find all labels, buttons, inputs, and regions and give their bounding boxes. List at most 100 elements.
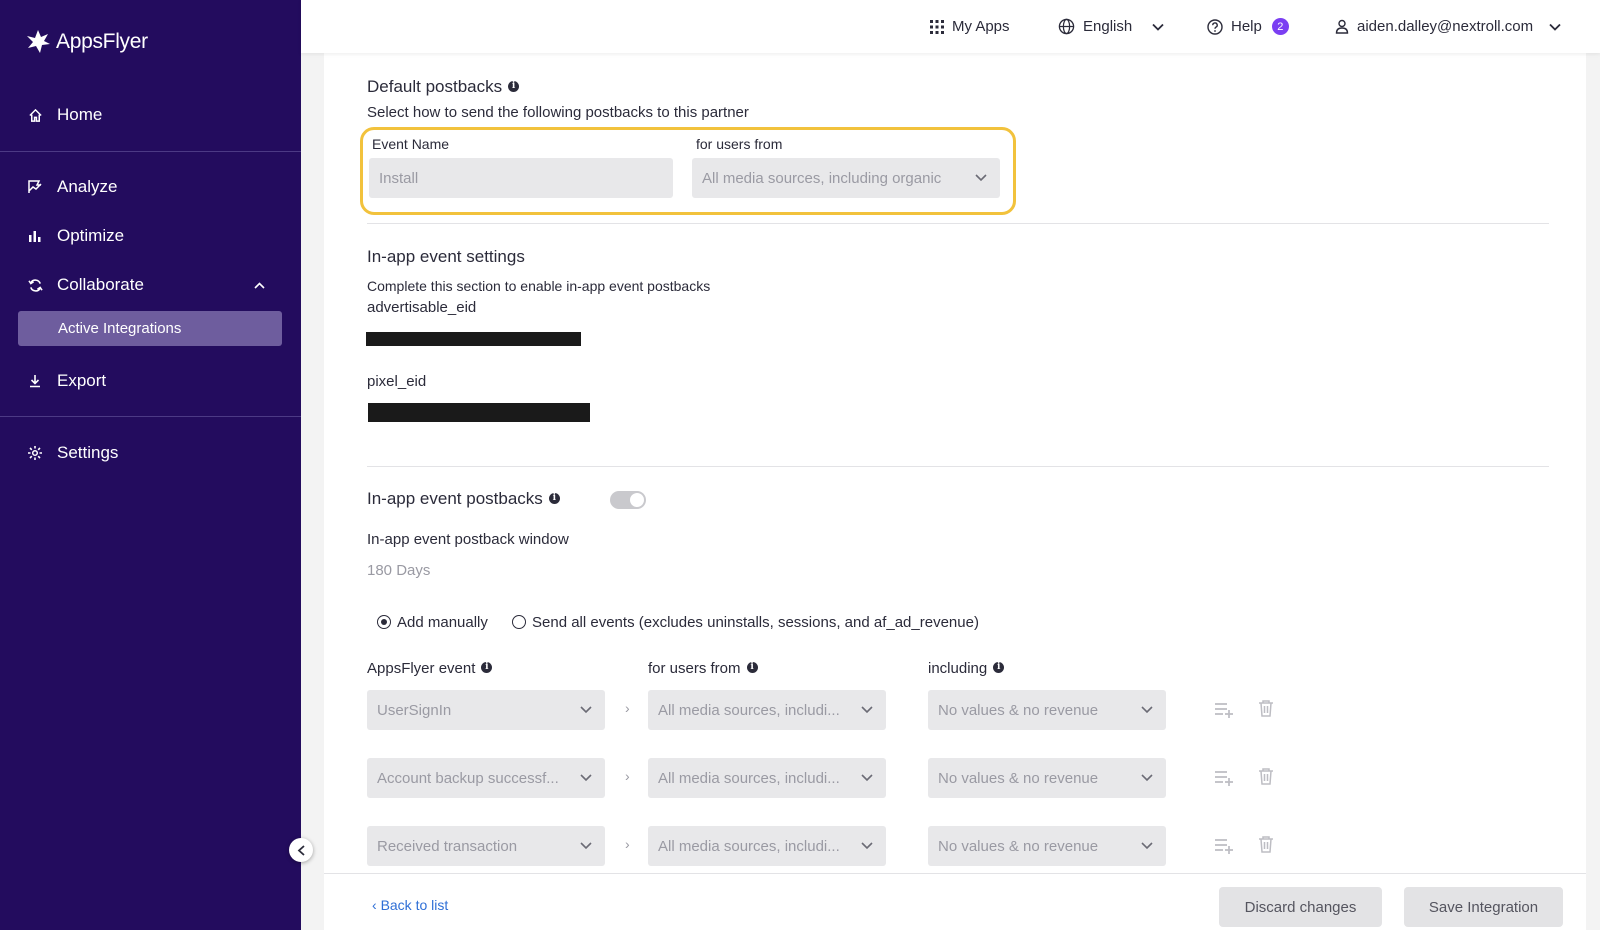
sidebar-item-export[interactable]: Export (0, 361, 301, 401)
add-row-icon[interactable] (1214, 701, 1234, 719)
chevron-down-icon (861, 706, 873, 714)
section-title-text: In-app event postbacks (367, 489, 543, 508)
column-label: AppsFlyer event (367, 660, 476, 677)
trash-icon[interactable] (1256, 835, 1276, 853)
users-from-value: All media sources, including organic (702, 169, 942, 187)
select-value: Received transaction (377, 837, 518, 855)
sync-icon (26, 276, 44, 294)
chevron-down-icon (1141, 774, 1153, 782)
event-name-field[interactable]: Install (369, 158, 673, 198)
discard-changes-button[interactable]: Discard changes (1219, 887, 1382, 927)
appsflyer-logo[interactable]: AppsFlyer (24, 28, 148, 56)
sidebar-item-label: Export (57, 371, 107, 390)
logo-text: AppsFlyer (56, 30, 148, 53)
chevron-down-icon (1141, 842, 1153, 850)
radio-send-all-events[interactable]: Send all events (excludes uninstalls, se… (512, 614, 979, 631)
redacted-pixel-eid (368, 403, 590, 422)
event-name-value: Install (379, 169, 419, 187)
col-header-users: for users from i (648, 660, 758, 677)
radio-label: Add manually (397, 614, 488, 631)
chevron-down-icon (580, 706, 592, 714)
home-icon (26, 106, 44, 124)
sidebar-item-optimize[interactable]: Optimize (0, 216, 301, 256)
chevron-right-icon: › (625, 700, 630, 716)
chevron-down-icon (580, 774, 592, 782)
postback-window-label: In-app event postback window (367, 531, 569, 548)
globe-icon (1058, 18, 1075, 35)
users-from-select[interactable]: All media sources, including organic (692, 158, 1000, 198)
chevron-down-icon (861, 774, 873, 782)
top-bar: My Apps English Help 2 aiden.dalley@next… (301, 0, 1600, 53)
including-select[interactable]: No values & no revenue (928, 758, 1166, 798)
my-apps-label: My Apps (952, 18, 1010, 35)
event-select[interactable]: UserSignIn (367, 690, 605, 730)
sidebar-item-analyze[interactable]: Analyze (0, 167, 301, 207)
sidebar-item-settings[interactable]: Settings (0, 433, 301, 473)
radio-selected-icon (377, 615, 391, 629)
event-select[interactable]: Account backup successf... (367, 758, 605, 798)
info-icon[interactable]: i (481, 661, 493, 673)
add-row-icon[interactable] (1214, 837, 1234, 855)
postback-window-value: 180 Days (367, 562, 431, 579)
default-postbacks-title: Default postbacks i (367, 77, 520, 97)
language-selector[interactable]: English (1058, 0, 1164, 53)
select-value: All media sources, includi... (658, 769, 840, 787)
footer-bar: ‹ Back to list Discard changes Save Inte… (324, 873, 1586, 930)
users-from-label: for users from (696, 136, 783, 152)
sidebar-item-label: Analyze (57, 177, 118, 196)
scrollbar[interactable] (1586, 53, 1600, 930)
sidebar-item-label: Optimize (57, 226, 125, 245)
pixel-eid-label: pixel_eid (367, 373, 427, 390)
help-button[interactable]: Help 2 (1207, 0, 1289, 53)
sidebar: AppsFlyer Home Analyze Optimize Collabor… (0, 0, 301, 930)
inapp-settings-description: Complete this section to enable in-app e… (367, 278, 711, 294)
redacted-advertisable-eid (366, 332, 581, 346)
chevron-down-icon (1152, 23, 1164, 31)
including-select[interactable]: No values & no revenue (928, 690, 1166, 730)
info-icon[interactable]: i (548, 492, 560, 504)
radio-add-manually[interactable]: Add manually (377, 614, 488, 631)
back-to-list-link[interactable]: ‹ Back to list (372, 897, 448, 913)
sidebar-item-collaborate[interactable]: Collaborate (0, 265, 301, 305)
default-postbacks-description: Select how to send the following postbac… (367, 104, 749, 121)
chevron-down-icon (1141, 706, 1153, 714)
download-icon (26, 372, 44, 390)
analyze-icon (26, 178, 44, 196)
divider (0, 151, 301, 152)
sidebar-item-label: Active Integrations (58, 320, 182, 337)
including-select[interactable]: No values & no revenue (928, 826, 1166, 866)
sidebar-item-label: Home (57, 105, 103, 124)
trash-icon[interactable] (1256, 699, 1276, 717)
save-integration-button[interactable]: Save Integration (1404, 887, 1563, 927)
radio-unselected-icon (512, 615, 526, 629)
my-apps-button[interactable]: My Apps (930, 0, 1010, 53)
users-from-select[interactable]: All media sources, includi... (648, 826, 886, 866)
chevron-down-icon (975, 174, 987, 182)
language-label: English (1083, 18, 1133, 35)
grid-icon (930, 19, 944, 34)
gear-icon (26, 444, 44, 462)
sidebar-item-home[interactable]: Home (0, 95, 301, 135)
users-from-select[interactable]: All media sources, includi... (648, 690, 886, 730)
collapse-sidebar-button[interactable] (289, 838, 313, 862)
sidebar-item-label: Settings (57, 443, 119, 462)
section-title-text: Default postbacks (367, 77, 503, 96)
info-icon[interactable]: i (746, 661, 758, 673)
chevron-right-icon: › (625, 768, 630, 784)
trash-icon[interactable] (1256, 767, 1276, 785)
info-icon[interactable]: i (993, 661, 1005, 673)
inapp-postbacks-toggle[interactable] (610, 491, 646, 509)
user-menu[interactable]: aiden.dalley@nextroll.com (1335, 0, 1561, 53)
divider (0, 416, 301, 417)
back-link-label: Back to list (380, 897, 449, 913)
inapp-settings-title: In-app event settings (367, 247, 525, 266)
sidebar-item-active-integrations[interactable]: Active Integrations (18, 311, 282, 346)
select-value: All media sources, includi... (658, 837, 840, 855)
event-select[interactable]: Received transaction (367, 826, 605, 866)
info-icon[interactable]: i (508, 80, 520, 92)
add-row-icon[interactable] (1214, 769, 1234, 787)
radio-label: Send all events (excludes uninstalls, se… (532, 614, 979, 631)
select-value: No values & no revenue (938, 837, 1099, 855)
users-from-select[interactable]: All media sources, includi... (648, 758, 886, 798)
sidebar-item-label: Collaborate (57, 275, 144, 294)
